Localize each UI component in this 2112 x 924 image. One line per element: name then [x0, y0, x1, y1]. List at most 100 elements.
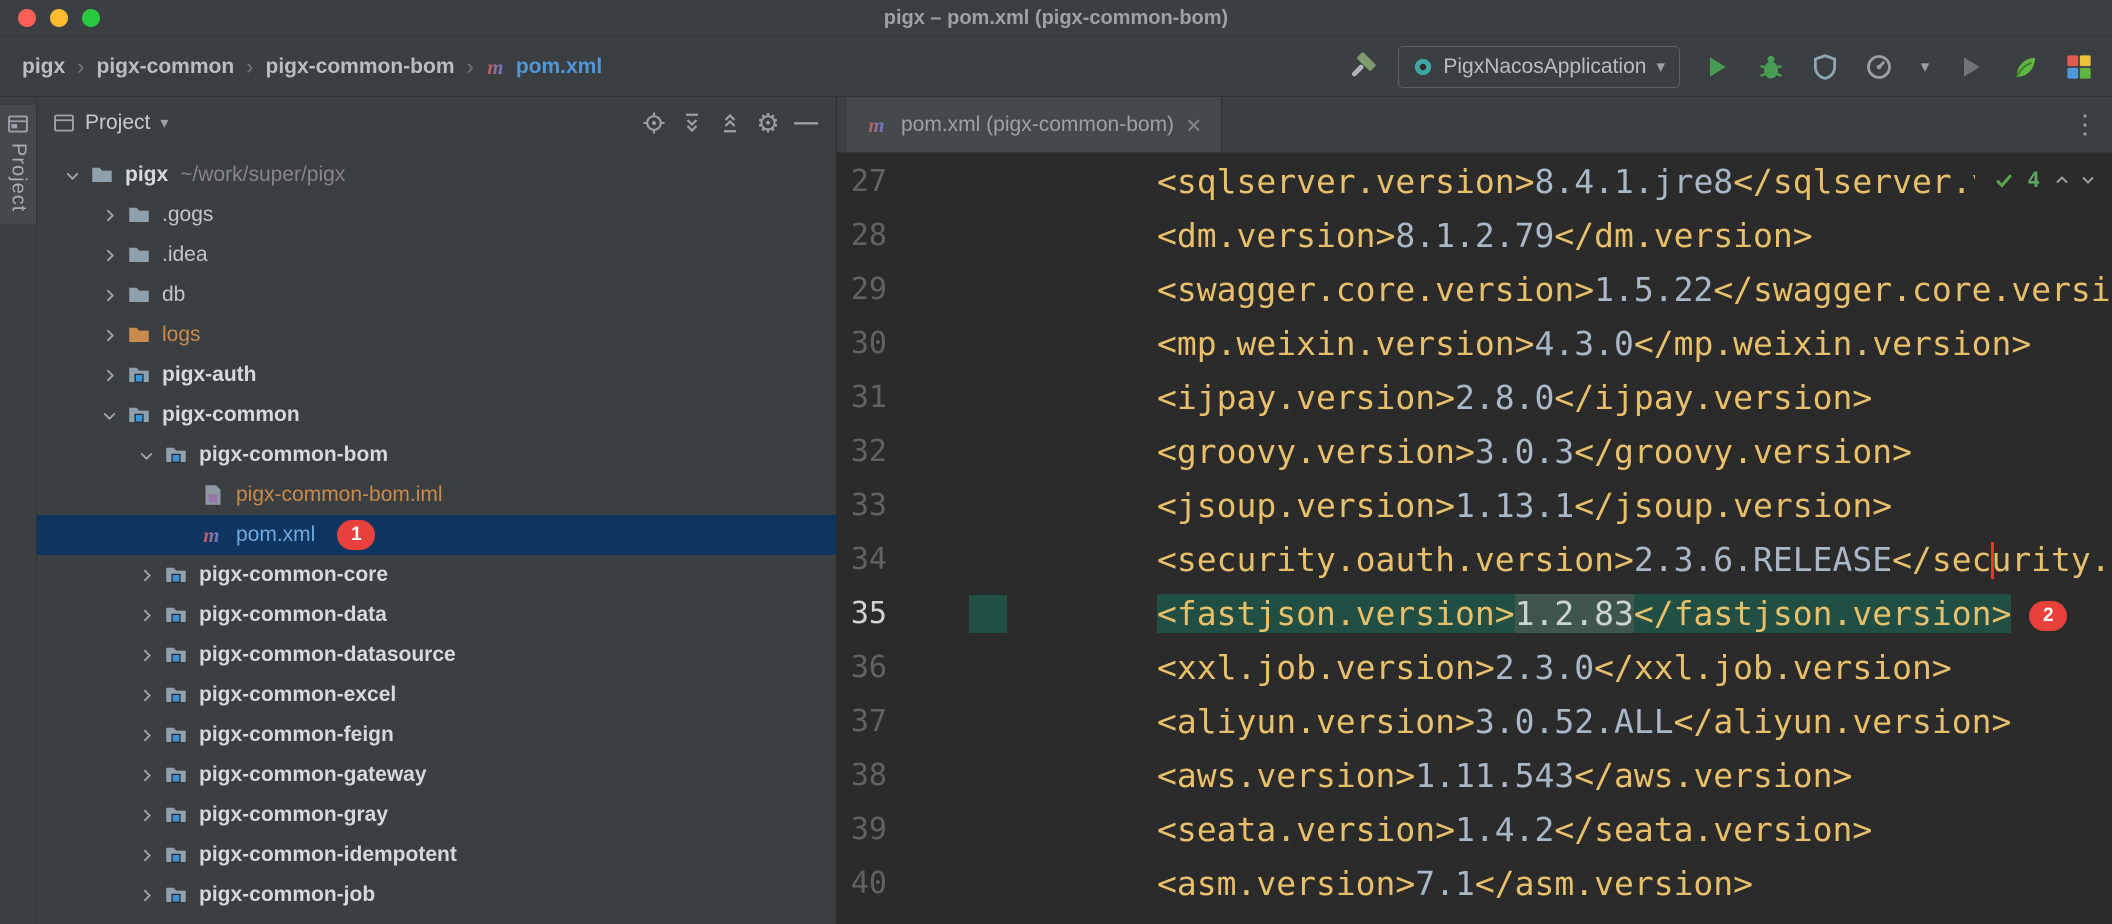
chevron-right-icon[interactable]	[94, 207, 124, 224]
tree-item-pigx-common-excel[interactable]: pigx-common-excel	[37, 675, 836, 715]
locate-file-icon[interactable]	[640, 109, 668, 137]
line-number[interactable]: 34	[837, 533, 887, 587]
editor-options-icon[interactable]: ⋮	[2072, 109, 2112, 140]
code-line-41[interactable]: 41	[837, 911, 2112, 924]
run-config-selector[interactable]: PigxNacosApplication ▾	[1398, 45, 1680, 88]
code-line-34[interactable]: 34 <security.oauth.version>2.3.6.RELEASE<…	[837, 533, 2112, 587]
line-number[interactable]: 35	[837, 587, 887, 641]
tree-item-pigx-common-idempotent[interactable]: pigx-common-idempotent	[37, 835, 836, 875]
tree-item-pigx-common-bom[interactable]: pigx-common-bom	[37, 435, 836, 475]
code-lines: 27 <sqlserver.version>8.4.1.jre8</sqlserv…	[837, 155, 2112, 924]
line-number[interactable]: 40	[837, 857, 887, 911]
breadcrumb-item-pigx[interactable]: pigx	[22, 55, 65, 79]
chevron-right-icon[interactable]	[131, 767, 161, 784]
tree-item-pigx-common-gray[interactable]: pigx-common-gray	[37, 795, 836, 835]
line-number[interactable]: 33	[837, 479, 887, 533]
close-window-button[interactable]	[18, 9, 36, 27]
tree-item-pigx-common-core[interactable]: pigx-common-core	[37, 555, 836, 595]
chevron-right-icon[interactable]	[131, 607, 161, 624]
chevron-right-icon[interactable]	[131, 847, 161, 864]
settings-gear-icon[interactable]: ⚙	[754, 109, 782, 137]
tree-item-pigx-common[interactable]: pigx-common	[37, 395, 836, 435]
inspections-widget[interactable]: 4	[1975, 157, 2112, 203]
tree-item-pigx-common-datasource[interactable]: pigx-common-datasource	[37, 635, 836, 675]
code-line-35[interactable]: 35 <fastjson.version>1.2.83</fastjson.ver…	[837, 587, 2112, 641]
tree-item-pigx[interactable]: pigx ~/work/super/pigx	[37, 155, 836, 195]
tree-item-pigx-common-job[interactable]: pigx-common-job	[37, 875, 836, 915]
code-line-36[interactable]: 36 <xxl.job.version>2.3.0</xxl.job.versio…	[837, 641, 2112, 695]
tree-item--idea[interactable]: .idea	[37, 235, 836, 275]
code-line-33[interactable]: 33 <jsoup.version>1.13.1</jsoup.version>	[837, 479, 2112, 533]
rerun-button-disabled[interactable]	[1954, 50, 1988, 84]
close-tab-icon[interactable]: ×	[1186, 112, 1201, 138]
chevron-right-icon[interactable]	[131, 727, 161, 744]
module-icon	[124, 403, 154, 427]
line-number[interactable]: 37	[837, 695, 887, 749]
tree-item-pigx-common-data[interactable]: pigx-common-data	[37, 595, 836, 635]
project-tool-window-button[interactable]: Project	[0, 105, 36, 225]
svg-text:m: m	[487, 56, 503, 77]
profiler-dropdown-caret[interactable]: ▾	[1916, 50, 1934, 84]
line-number[interactable]: 41	[837, 911, 887, 924]
tree-item-logs[interactable]: logs	[37, 315, 836, 355]
code-line-28[interactable]: 28 <dm.version>8.1.2.79</dm.version>	[837, 209, 2112, 263]
code-line-32[interactable]: 32 <groovy.version>3.0.3</groovy.version>	[837, 425, 2112, 479]
plugin-cluster-icon[interactable]	[2062, 50, 2096, 84]
chevron-down-icon[interactable]	[94, 407, 124, 424]
code-line-38[interactable]: 38 <aws.version>1.11.543</aws.version>	[837, 749, 2112, 803]
collapse-all-icon[interactable]	[716, 109, 744, 137]
breadcrumb-item-pigx-common-bom[interactable]: pigx-common-bom	[266, 55, 455, 79]
profiler-button[interactable]	[1862, 50, 1896, 84]
tree-item-pom-xml[interactable]: m pom.xml 1	[37, 515, 836, 555]
line-number[interactable]: 30	[837, 317, 887, 371]
chevron-right-icon[interactable]	[131, 807, 161, 824]
coverage-button[interactable]	[1808, 50, 1842, 84]
next-problem-icon[interactable]	[2078, 170, 2098, 190]
code-line-40[interactable]: 40 <asm.version>7.1</asm.version>	[837, 857, 2112, 911]
code-line-31[interactable]: 31 <ijpay.version>2.8.0</ijpay.version>	[837, 371, 2112, 425]
chevron-down-icon[interactable]	[131, 447, 161, 464]
run-button[interactable]	[1700, 50, 1734, 84]
zoom-window-button[interactable]	[82, 9, 100, 27]
tree-item-db[interactable]: db	[37, 275, 836, 315]
code-editor[interactable]: 27 <sqlserver.version>8.4.1.jre8</sqlserv…	[837, 153, 2112, 924]
line-number[interactable]: 31	[837, 371, 887, 425]
chevron-right-icon[interactable]	[94, 247, 124, 264]
project-view-selector[interactable]: Project ▾	[53, 111, 168, 135]
minimize-window-button[interactable]	[50, 9, 68, 27]
chevron-right-icon[interactable]	[131, 687, 161, 704]
chevron-right-icon[interactable]	[94, 327, 124, 344]
chevron-down-icon[interactable]	[57, 167, 87, 184]
code-line-27[interactable]: 27 <sqlserver.version>8.4.1.jre8</sqlserv…	[837, 155, 2112, 209]
plugin-leaf-icon[interactable]	[2008, 50, 2042, 84]
chevron-right-icon[interactable]	[131, 647, 161, 664]
tree-item-pigx-common-feign[interactable]: pigx-common-feign	[37, 715, 836, 755]
line-number[interactable]: 36	[837, 641, 887, 695]
line-number[interactable]: 39	[837, 803, 887, 857]
expand-all-icon[interactable]	[678, 109, 706, 137]
tree-item-pigx-auth[interactable]: pigx-auth	[37, 355, 836, 395]
editor-tab-pom-xml[interactable]: m pom.xml (pigx-common-bom) ×	[847, 97, 1223, 152]
debug-button[interactable]	[1754, 50, 1788, 84]
code-line-39[interactable]: 39 <seata.version>1.4.2</seata.version>	[837, 803, 2112, 857]
line-number[interactable]: 32	[837, 425, 887, 479]
chevron-right-icon[interactable]	[131, 887, 161, 904]
breadcrumb-item-pigx-common[interactable]: pigx-common	[97, 55, 235, 79]
code-line-29[interactable]: 29 <swagger.core.version>1.5.22</swagger.…	[837, 263, 2112, 317]
line-number[interactable]: 28	[837, 209, 887, 263]
tree-item-pigx-common-gateway[interactable]: pigx-common-gateway	[37, 755, 836, 795]
breadcrumb-item-pom.xml[interactable]: m pom.xml	[486, 55, 602, 79]
line-number[interactable]: 27	[837, 155, 887, 209]
hide-panel-icon[interactable]: —	[792, 109, 820, 137]
build-hammer-icon[interactable]	[1344, 50, 1378, 84]
chevron-right-icon[interactable]	[94, 367, 124, 384]
chevron-right-icon[interactable]	[94, 287, 124, 304]
line-number[interactable]: 38	[837, 749, 887, 803]
tree-item-pigx-common-bom-iml[interactable]: pigx-common-bom.iml	[37, 475, 836, 515]
prev-problem-icon[interactable]	[2052, 170, 2072, 190]
line-number[interactable]: 29	[837, 263, 887, 317]
tree-item--gogs[interactable]: .gogs	[37, 195, 836, 235]
chevron-right-icon[interactable]	[131, 567, 161, 584]
code-line-30[interactable]: 30 <mp.weixin.version>4.3.0</mp.weixin.ve…	[837, 317, 2112, 371]
code-line-37[interactable]: 37 <aliyun.version>3.0.52.ALL</aliyun.ver…	[837, 695, 2112, 749]
